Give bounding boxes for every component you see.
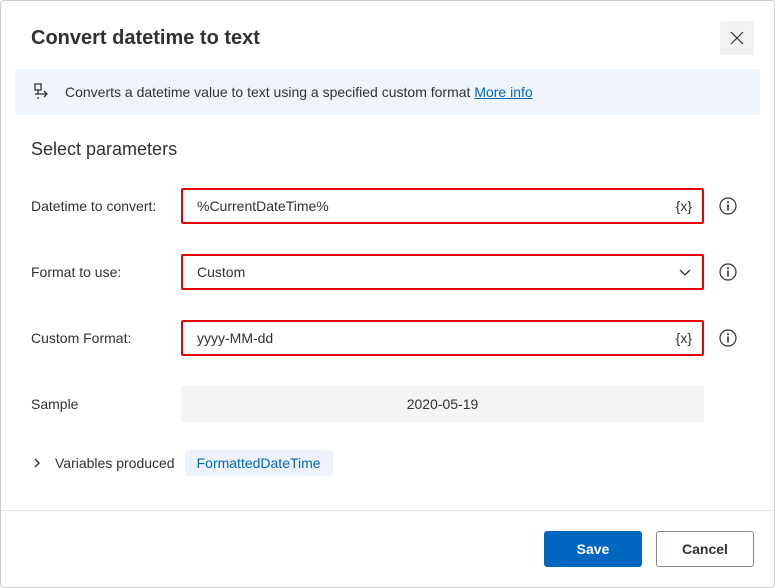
label-format-to-use: Format to use: [31,264,181,280]
field-wrap: %CurrentDateTime% {x} [181,188,744,224]
variables-label: Variables produced [55,455,175,471]
close-button[interactable] [720,21,754,55]
input-custom-format[interactable]: yyyy-MM-dd {x} [181,320,704,356]
info-banner: Converts a datetime value to text using … [15,69,760,115]
label-sample: Sample [31,396,181,412]
info-icon [719,329,737,347]
variable-picker-button[interactable]: {x} [676,330,692,346]
field-wrap: Custom [181,254,744,290]
dialog-convert-datetime: Convert datetime to text Converts a date… [0,0,775,588]
cancel-button[interactable]: Cancel [656,531,754,567]
action-icon [33,83,51,101]
row-datetime-to-convert: Datetime to convert: %CurrentDateTime% {… [31,188,744,224]
row-format-to-use: Format to use: Custom [31,254,744,290]
dialog-header: Convert datetime to text [1,1,774,69]
input-datetime-to-convert[interactable]: %CurrentDateTime% {x} [181,188,704,224]
sample-value: 2020-05-19 [181,386,704,422]
close-icon [730,31,744,45]
info-icon [719,263,737,281]
row-variables-produced: Variables produced FormattedDateTime [31,450,744,476]
help-button[interactable] [712,322,744,354]
info-banner-text: Converts a datetime value to text using … [65,84,533,100]
help-button[interactable] [712,190,744,222]
variables-toggle[interactable] [31,457,45,469]
save-button[interactable]: Save [544,531,642,567]
help-button[interactable] [712,256,744,288]
field-wrap: yyyy-MM-dd {x} [181,320,744,356]
input-value: yyyy-MM-dd [197,330,670,346]
section-title: Select parameters [31,139,744,160]
select-value: Custom [197,264,672,280]
chevron-down-icon [678,265,692,279]
row-sample: Sample 2020-05-19 [31,386,744,422]
input-value: %CurrentDateTime% [197,198,670,214]
dialog-title: Convert datetime to text [31,27,260,50]
variable-picker-button[interactable]: {x} [676,198,692,214]
row-custom-format: Custom Format: yyyy-MM-dd {x} [31,320,744,356]
label-datetime-to-convert: Datetime to convert: [31,198,181,214]
chevron-right-icon [31,457,43,469]
variable-badge[interactable]: FormattedDateTime [185,450,333,476]
label-custom-format: Custom Format: [31,330,181,346]
select-format-to-use[interactable]: Custom [181,254,704,290]
more-info-link[interactable]: More info [474,84,532,100]
dialog-body: Select parameters Datetime to convert: %… [1,129,774,510]
info-icon [719,197,737,215]
dialog-footer: Save Cancel [1,510,774,587]
